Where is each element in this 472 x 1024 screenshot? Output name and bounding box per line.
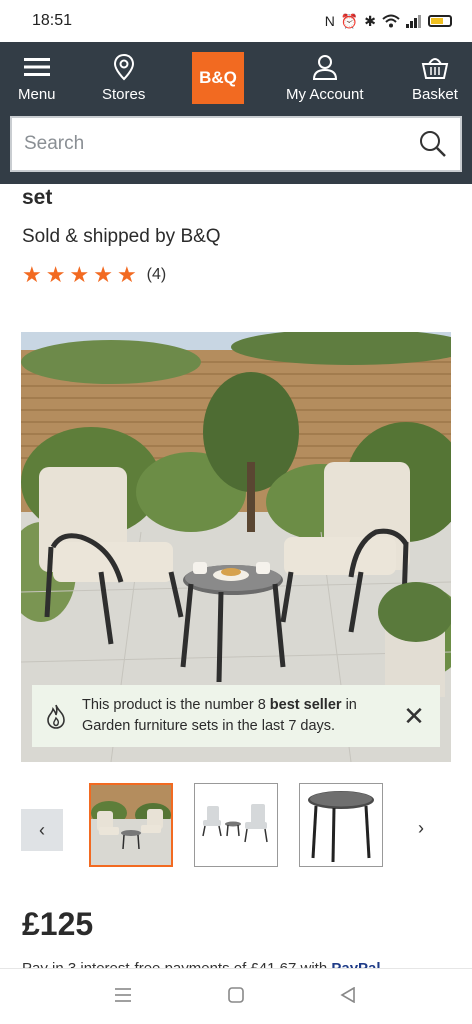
thumbnail-image: [300, 784, 382, 866]
bluetooth-icon: ✱: [364, 12, 376, 29]
paypal-logo[interactable]: PayPal: [331, 960, 380, 968]
my-account-label: My Account: [286, 86, 364, 103]
basket-label: Basket: [412, 86, 458, 103]
status-time: 18:51: [32, 12, 73, 29]
close-icon[interactable]: ✕: [400, 701, 428, 732]
wifi-icon: [382, 14, 400, 28]
basket-button[interactable]: Basket: [412, 52, 458, 103]
recent-apps-icon[interactable]: [114, 987, 132, 1003]
thumbnail-round-table[interactable]: [299, 783, 383, 867]
signal-icon: [406, 14, 421, 28]
hamburger-icon: [23, 58, 50, 76]
back-icon[interactable]: [340, 987, 356, 1003]
thumbnail-image: [195, 784, 277, 866]
next-image-button[interactable]: ›: [418, 818, 424, 839]
product-price: £125: [22, 906, 94, 942]
status-icons: N ⏰ ✱: [325, 13, 452, 30]
paypal-prefix: Pay in 3 interest-free payments of £41.6…: [22, 960, 327, 968]
menu-label: Menu: [18, 86, 56, 103]
rating-count: (4): [146, 266, 167, 283]
flame-icon: [47, 704, 65, 729]
stores-label: Stores: [102, 86, 146, 103]
basket-icon: [421, 58, 449, 79]
nfc-icon: N: [324, 13, 335, 29]
stores-button[interactable]: Stores: [102, 52, 145, 103]
battery-icon: [428, 15, 452, 27]
my-account-button[interactable]: My Account: [286, 52, 364, 103]
search-bar: [10, 116, 462, 172]
best-seller-text: This product is the number 8 best seller…: [68, 695, 400, 737]
thumbnail-chairs-and-table[interactable]: [194, 783, 278, 867]
banner-text-bold: best seller: [269, 697, 342, 713]
image-thumbnails: ‹ ›: [0, 782, 472, 870]
star-icon: ★: [22, 262, 42, 287]
search-icon[interactable]: [418, 129, 448, 159]
search-input[interactable]: [24, 133, 418, 155]
paypal-instalments-text: Pay in 3 interest-free payments of £41.6…: [22, 958, 462, 968]
sold-by-text: Sold & shipped by B&Q: [22, 226, 221, 247]
best-seller-banner: This product is the number 8 best seller…: [32, 685, 440, 747]
bq-logo[interactable]: B&Q: [192, 52, 244, 104]
thumbnail-image: [91, 785, 171, 865]
location-pin-icon: [113, 53, 134, 81]
previous-image-button[interactable]: ‹: [21, 809, 63, 851]
star-icon: ★: [93, 262, 113, 287]
star-icon: ★: [45, 262, 66, 287]
banner-text-part: This product is the number 8: [82, 697, 270, 713]
alarm-icon: ⏰: [340, 12, 359, 29]
home-icon[interactable]: [228, 987, 244, 1003]
menu-button[interactable]: Menu: [18, 52, 56, 103]
user-icon: [312, 55, 337, 80]
star-icon: ★: [69, 262, 90, 287]
star-icon: ★: [116, 262, 137, 287]
top-navigation: Menu Stores B&Q My Account Basket: [0, 42, 472, 184]
status-bar: 18:51 N ⏰ ✱: [0, 0, 472, 42]
rating[interactable]: ★ ★ ★ ★ ★ (4): [22, 264, 166, 286]
thumbnail-patio-scene[interactable]: [89, 783, 173, 867]
system-navigation-bar: [0, 968, 472, 1024]
product-title: set: [22, 186, 53, 209]
